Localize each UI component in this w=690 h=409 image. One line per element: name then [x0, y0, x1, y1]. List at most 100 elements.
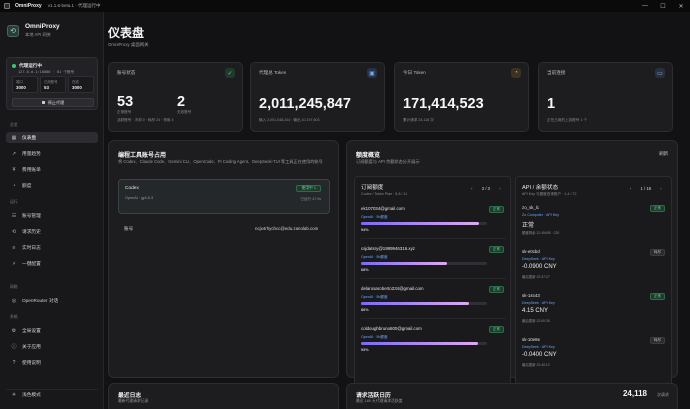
refresh-button[interactable]: 刷新 — [659, 151, 668, 157]
stat-card-accounts: 账号状态 ✓ 53 正常账号 2 无效账号 活跃账号 · 冷却 0 · 耗尽 2… — [108, 62, 243, 132]
theme-toggle-button[interactable]: ☀ 浅色模式 — [6, 389, 98, 400]
status-badge: 使用中 1 — [296, 185, 321, 192]
invalid-accounts-count: 2 — [177, 94, 186, 110]
sidebar-item-settings[interactable]: ⚙ 全局设置 — [6, 325, 98, 336]
subscription-item[interactable]: csjdatsry@1989946316.xyz OpenAI · 5h额度 正… — [361, 243, 506, 279]
sidebar-item-openrouter-chat[interactable]: ◎ OpenRouter 对话 — [6, 295, 98, 306]
connections-value: 1 — [547, 96, 556, 112]
trend-icon: ↗ — [11, 150, 17, 157]
today-tokens-value: 171,414,523 — [403, 96, 484, 112]
subscription-item[interactable]: ek107034@gmail.com OpenAI · 5h额度 正常 94% — [361, 203, 506, 239]
status-badge: 正常 — [488, 286, 504, 293]
history-icon: ⟲ — [11, 228, 17, 235]
proxy-address: 127.0.0.1:10000 · 01 个账号 — [18, 70, 75, 74]
prev-page-button[interactable]: ‹ — [627, 184, 635, 192]
page-title: 仪表盘 — [108, 26, 145, 40]
next-page-button[interactable]: › — [657, 184, 665, 192]
prev-page-button[interactable]: ‹ — [468, 184, 476, 192]
nav-section-overview: 总览 — [10, 123, 18, 127]
status-dot-icon — [12, 64, 16, 68]
activity-calendar-panel: 请求活跃日历 最近 180 天代理请求活跃度 24,118 次请求 — [346, 383, 678, 409]
account-status-detail: 活跃账号 · 冷却 0 · 耗尽 24 · 停用 4 — [117, 118, 174, 122]
page-subtitle: OmniProxy 桌面网关 — [108, 42, 149, 47]
quota-title: 额度概览 — [356, 153, 381, 159]
proxy-stat-accounts: 已用账号 53 — [40, 76, 66, 93]
quota-bar-fill — [361, 302, 470, 305]
minimize-button[interactable]: — — [636, 0, 654, 12]
coding-tools-desc: 将 Codex、Claude Code、Gemini CLI、OpenCode、… — [118, 159, 323, 164]
tool-model: OpenAI · gpt-5.3 — [125, 196, 154, 200]
quota-bar — [361, 342, 487, 345]
subscription-pager: ‹ 2 / 3 › — [468, 183, 504, 193]
stat-card-connections: 当前连接 ▭ 1 正在占用的上游账号 1 个 — [538, 62, 673, 132]
check-icon: ✓ — [225, 68, 235, 78]
account-value: ncjx4rhychcc@edu.zanolab.com — [255, 226, 319, 231]
page-indicator: 2 / 3 — [481, 185, 490, 191]
proxy-status-text: 代理运行中 — [19, 63, 42, 68]
quota-bar-fill — [361, 262, 447, 265]
total-tokens-value: 2,011,245,847 — [259, 96, 351, 112]
accounts-icon: ☷ — [11, 212, 17, 219]
app-icon — [4, 3, 10, 9]
app-title: OmniProxy — [15, 3, 42, 9]
api-item[interactable]: zo_sk_lc Zo Computer · API Key 正常 额度剩余 2… — [522, 203, 667, 245]
recent-logs-panel: 最近日志 最新代理请求记录 — [108, 383, 339, 409]
status-badge: 正常 — [649, 293, 665, 300]
proxy-stat-port: 端口 3000 — [12, 76, 38, 93]
api-item[interactable]: sk-10e8e DeepSeek · API Key -0.0400 CNY … — [522, 335, 667, 377]
help-icon: ? — [12, 359, 16, 366]
quota-panel: 额度概览 订阅额度与 API 余额状态分开展示 刷新 订阅额度 Codex / … — [346, 140, 678, 396]
codex-card[interactable]: Codex OpenAI · gpt-5.3 使用中 1 已运行 47.9s — [118, 179, 330, 214]
brand: ⟲ OmniProxy 本地 API 网关 — [7, 23, 60, 38]
sidebar-item-dashboard[interactable]: ▦ 仪表盘 — [6, 132, 98, 143]
sidebar-item-live-logs[interactable]: ≡ 实时日志 — [6, 242, 98, 253]
clock-icon: ◔ — [511, 68, 521, 78]
sidebar-item-accounts[interactable]: ☷ 账号管理 — [6, 210, 98, 221]
sidebar-item-quota[interactable]: ◔ 额度 — [6, 180, 98, 191]
status-badge: 正常 — [488, 246, 504, 253]
tool-runtime: 已运行 47.9s — [300, 197, 321, 201]
activity-calendar-title: 请求活跃日历 — [356, 393, 391, 399]
subscription-item[interactable]: delarosaroberto234@gmail.com OpenAI · 5h… — [361, 283, 506, 319]
sidebar-item-about[interactable]: ⓘ 关于应用 — [6, 341, 98, 352]
sidebar-item-billing[interactable]: ¥ 费用账单 — [6, 164, 98, 175]
quota-bar — [361, 262, 487, 265]
close-button[interactable]: ✕ — [672, 0, 690, 12]
proxy-stat-online: 在线 3000 — [68, 76, 94, 93]
dashboard-icon: ▦ — [11, 134, 17, 141]
maximize-button[interactable]: ☐ — [654, 0, 672, 12]
main-content: 仪表盘 OmniProxy 桌面网关 账号状态 ✓ 53 正常账号 2 无效账号… — [104, 12, 690, 409]
stop-proxy-button[interactable]: 停止代理 — [12, 98, 94, 107]
gear-icon: ⚙ — [11, 327, 17, 334]
window-controls: — ☐ ✕ — [636, 0, 690, 12]
stat-card-total-tokens: 代理总 Token ▣ 2,011,245,847 输入 2,001,048,2… — [250, 62, 385, 132]
proxy-status-card: 代理运行中 127.0.0.1:10000 · 01 个账号 端口 3000 已… — [6, 57, 98, 110]
subscription-quota-panel: 订阅额度 Codex / Token Plan · 5-8 / 11 ‹ 2 /… — [354, 176, 511, 396]
recent-logs-title: 最近日志 — [118, 393, 142, 399]
next-page-button[interactable]: › — [496, 184, 504, 192]
quota-bar-fill — [361, 342, 479, 345]
sidebar-item-request-history[interactable]: ⟲ 请求历史 — [6, 226, 98, 237]
quota-bar — [361, 302, 487, 305]
brand-subtitle: 本地 API 网关 — [25, 32, 51, 37]
api-item[interactable]: sk-e0cbd DeepSeek · API Key -0.0900 CNY … — [522, 247, 667, 289]
subscription-item[interactable]: coldoughbruno600@gmail.com OpenAI · 5h额度… — [361, 323, 506, 359]
chat-icon: ◎ — [11, 297, 17, 304]
status-badge: 耗尽 — [649, 249, 665, 256]
brand-logo-icon: ⟲ — [7, 24, 19, 37]
quota-desc: 订阅额度与 API 余额状态分开展示 — [356, 159, 420, 164]
monitor-icon: ▭ — [655, 68, 665, 78]
request-count: 24,118 — [622, 389, 647, 398]
app-version: v1.1.6-beta.1 · 代理运行中 — [47, 3, 101, 8]
sidebar: ⟲ OmniProxy 本地 API 网关 代理运行中 127.0.0.1:10… — [0, 12, 104, 409]
api-balance-panel: API / 余额状态 API Key 与额度查询账户 · 1-4 / 72 ‹ … — [515, 176, 672, 396]
logs-icon: ≡ — [12, 244, 16, 251]
quota-bar — [361, 222, 487, 225]
sidebar-item-help[interactable]: ? 使用说明 — [6, 357, 98, 368]
sidebar-item-quick-config[interactable]: ⚡ 一键配置 — [6, 258, 98, 269]
info-icon: ⓘ — [11, 344, 17, 350]
nav-section-network: 网络 — [10, 285, 18, 289]
account-label: 账号 — [124, 226, 134, 231]
api-item[interactable]: sk-14c43 DeepSeek · API Key 4.15 CNY 最后更… — [522, 291, 667, 333]
sidebar-item-usage-trend[interactable]: ↗ 用量趋势 — [6, 148, 98, 159]
